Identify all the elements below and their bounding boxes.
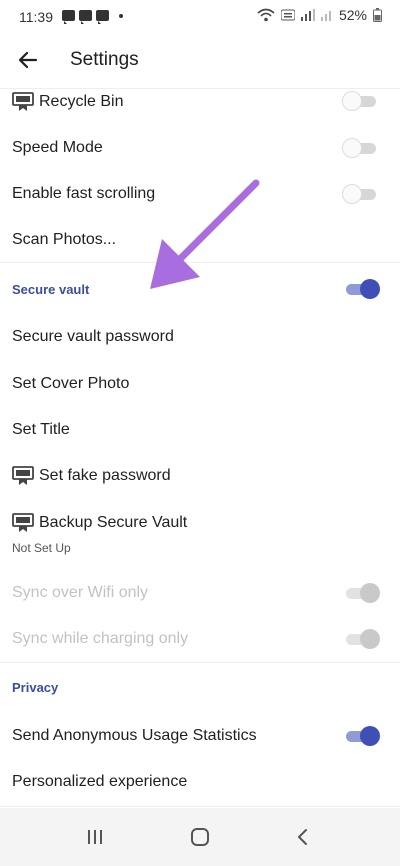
wifi-icon (257, 8, 275, 22)
secure-vault-toggle[interactable] (342, 279, 380, 299)
divider (0, 806, 400, 807)
setting-label: Recycle Bin (39, 93, 124, 110)
setting-backup-vault[interactable]: Backup Secure Vault Not Set Up (0, 509, 400, 559)
fast-scrolling-toggle[interactable] (342, 184, 380, 204)
app-header: Settings (0, 34, 400, 89)
setting-vault-password[interactable]: Secure vault password (0, 323, 400, 353)
setting-label: Send Anonymous Usage Statistics (12, 727, 257, 744)
setting-label: Sync over Wifi only (12, 584, 149, 601)
setting-label: Scan Photos... (12, 231, 117, 248)
setting-usage-stats[interactable]: Send Anonymous Usage Statistics (0, 721, 400, 751)
setting-sync-wifi: Sync over Wifi only (0, 579, 400, 609)
message-icon (62, 10, 75, 24)
signal-icon (300, 9, 315, 21)
setting-label: Set Cover Photo (12, 375, 130, 392)
setting-label: Backup Secure Vault (39, 514, 188, 531)
chat-icon (79, 10, 92, 24)
setting-scan-photos[interactable]: Scan Photos... (0, 226, 400, 256)
home-icon[interactable] (185, 822, 215, 852)
setting-label: Secure vault password (12, 328, 174, 345)
setting-cover-photo[interactable]: Set Cover Photo (0, 370, 400, 400)
setting-fast-scrolling[interactable]: Enable fast scrolling (0, 180, 400, 210)
section-privacy: Privacy (0, 676, 400, 700)
setting-label: Enable fast scrolling (12, 185, 156, 202)
setting-recycle-bin[interactable]: Recycle Bin (0, 88, 400, 118)
more-notifications-icon (119, 13, 123, 18)
setting-speed-mode[interactable]: Speed Mode (0, 134, 400, 164)
status-right: 52% (257, 7, 382, 23)
recycle-bin-toggle[interactable] (342, 91, 380, 111)
volte-icon (280, 9, 295, 21)
section-header: Secure vault (12, 282, 90, 297)
premium-icon (12, 466, 34, 485)
battery-percent: 52% (338, 7, 367, 23)
status-time: 11:39 (19, 9, 53, 25)
sync-charging-toggle (342, 629, 380, 649)
premium-icon (12, 92, 34, 111)
sync-wifi-toggle (342, 583, 380, 603)
battery-icon (373, 8, 382, 22)
setting-label: Sync while charging only (12, 630, 189, 647)
signal-icon (320, 11, 331, 21)
divider (0, 662, 400, 663)
status-bar: 11:39 52% (0, 0, 400, 34)
notification-icons (62, 10, 123, 24)
recent-apps-icon[interactable] (80, 822, 110, 852)
usage-stats-toggle[interactable] (342, 726, 380, 746)
setting-sublabel: Not Set Up (12, 541, 71, 555)
navigation-bar (0, 808, 400, 866)
page-title: Settings (70, 49, 139, 70)
divider (0, 262, 400, 263)
setting-fake-password[interactable]: Set fake password (0, 462, 400, 492)
setting-label: Set fake password (39, 467, 171, 484)
setting-set-title[interactable]: Set Title (0, 416, 400, 446)
chat-icon (96, 10, 109, 24)
back-arrow-icon[interactable] (14, 46, 42, 74)
premium-icon (12, 513, 34, 532)
setting-label: Personalized experience (12, 773, 188, 790)
section-header: Privacy (12, 680, 59, 695)
setting-sync-charging: Sync while charging only (0, 625, 400, 655)
setting-personalized[interactable]: Personalized experience (0, 768, 400, 798)
section-secure-vault[interactable]: Secure vault (0, 276, 400, 304)
setting-label: Set Title (12, 421, 70, 438)
speed-mode-toggle[interactable] (342, 138, 380, 158)
setting-label: Speed Mode (12, 139, 103, 156)
back-icon[interactable] (288, 822, 318, 852)
